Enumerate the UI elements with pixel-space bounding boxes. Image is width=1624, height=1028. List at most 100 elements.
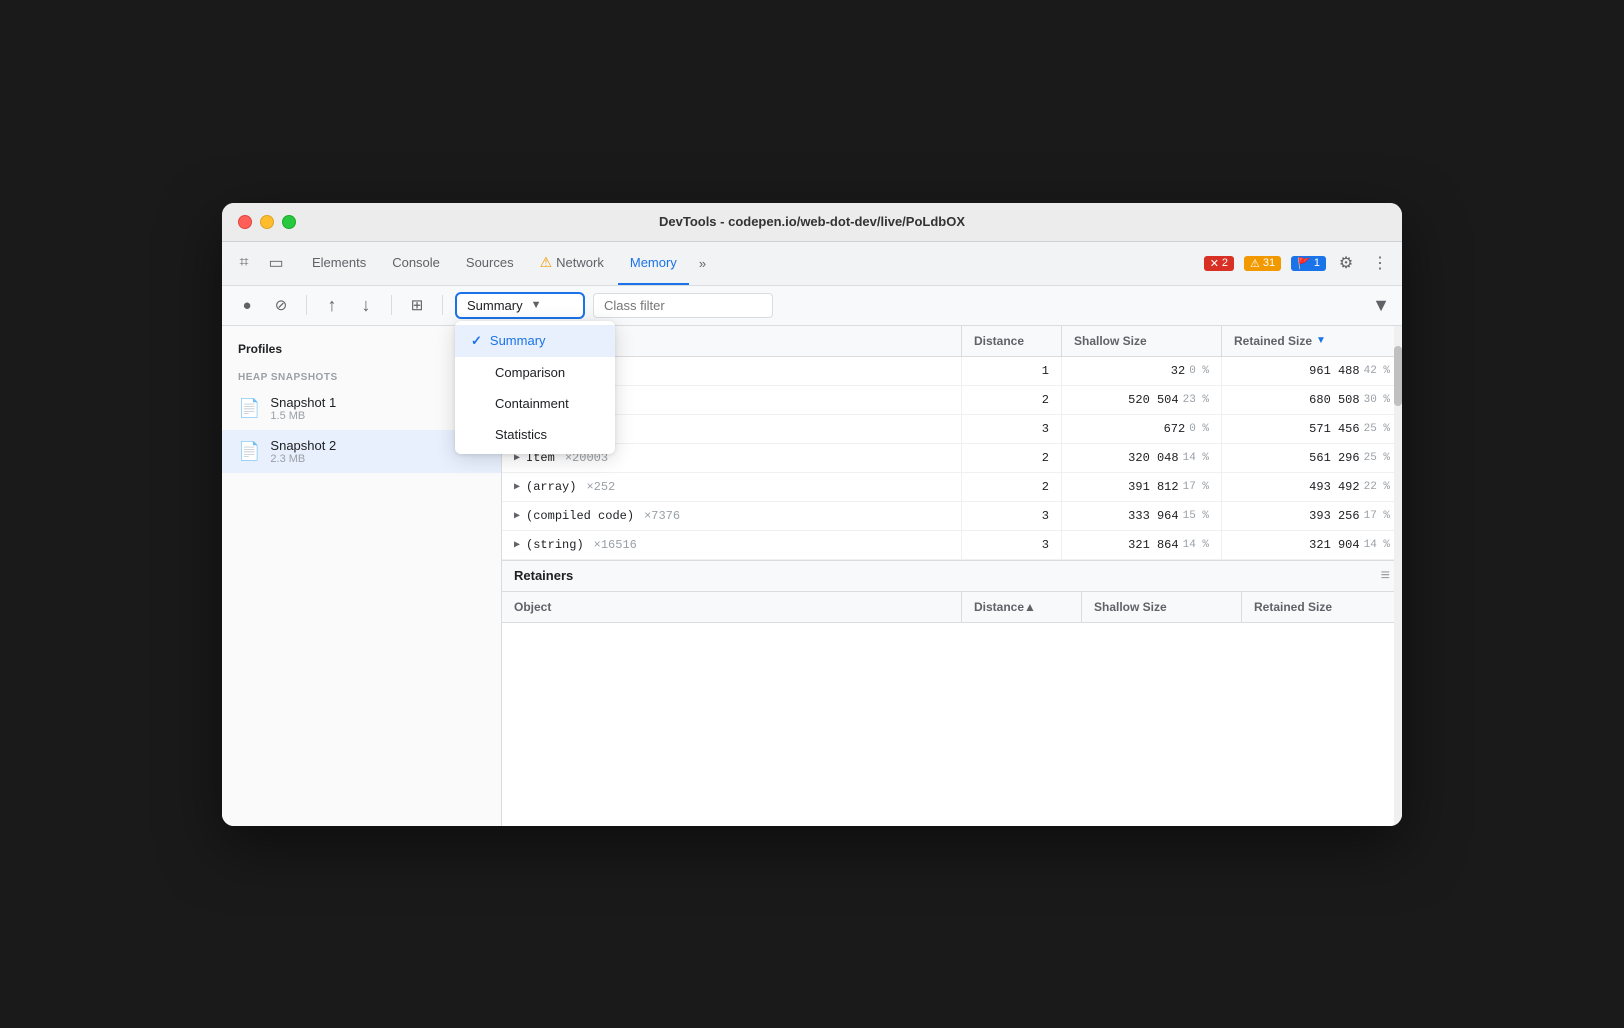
record-icon: ●	[242, 297, 251, 314]
snapshot-name-1: Snapshot 1	[270, 395, 485, 410]
clear-button[interactable]: ⊘	[268, 292, 294, 318]
td-retained-3: 561 296 25 %	[1222, 444, 1402, 472]
row-0-distance: 1	[1042, 364, 1049, 378]
td-distance-1: 2	[962, 386, 1062, 414]
th-shallow[interactable]: Shallow Size	[1062, 326, 1222, 356]
tab-console[interactable]: Console	[380, 241, 452, 285]
filter-button[interactable]: ⊞	[404, 292, 430, 318]
tab-elements[interactable]: Elements	[300, 241, 378, 285]
th-retained[interactable]: Retained Size ▼	[1222, 326, 1402, 356]
table-row: ▶ Array ×42 3 672 0 % 571 456 25 %	[502, 415, 1402, 444]
row-3-retained: 561 296	[1309, 451, 1359, 465]
more-menu-icon[interactable]: ⋮	[1366, 249, 1394, 277]
td-shallow-3: 320 048 14 %	[1062, 444, 1222, 472]
td-distance-2: 3	[962, 415, 1062, 443]
td-shallow-4: 391 812 17 %	[1062, 473, 1222, 501]
rth-retained[interactable]: Retained Size	[1242, 592, 1402, 622]
column-sort-icon[interactable]: ▼	[1372, 295, 1390, 316]
error-count: 2	[1222, 257, 1228, 269]
rth-shallow[interactable]: Shallow Size	[1082, 592, 1242, 622]
snapshot-icon-1: 📄	[238, 398, 260, 419]
td-retained-5: 393 256 17 %	[1222, 502, 1402, 530]
devtools-body: ⌗ ▭ Elements Console Sources ⚠ Network M…	[222, 242, 1402, 826]
expand-icon-4[interactable]: ▶	[514, 481, 520, 493]
filter-icon: ⊞	[411, 296, 424, 314]
download-icon: ↓	[362, 295, 371, 316]
tab-sources[interactable]: Sources	[454, 241, 526, 285]
row-0-shallow-pct: 0 %	[1189, 365, 1209, 377]
rth-object[interactable]: Object	[502, 592, 962, 622]
row-0-shallow: 32	[1171, 364, 1185, 378]
device-icon[interactable]: ▭	[262, 249, 290, 277]
summary-dropdown-container: Summary ▼ ✓ Summary Comparison Con	[455, 292, 585, 319]
row-0-retained-pct: 42 %	[1364, 365, 1390, 377]
th-distance[interactable]: Distance	[962, 326, 1062, 356]
class-filter-input[interactable]	[593, 293, 773, 318]
toolbar-divider-3	[442, 295, 443, 315]
record-button[interactable]: ●	[234, 292, 260, 318]
tab-network-label: Network	[556, 255, 604, 270]
toolbar: ● ⊘ ↑ ↓ ⊞ Summary ▼	[222, 286, 1402, 326]
row-6-shallow: 321 864	[1128, 538, 1178, 552]
dropdown-item-summary[interactable]: ✓ Summary	[455, 325, 615, 357]
td-name-4: ▶ (array) ×252	[502, 473, 962, 501]
toolbar-right: ▼	[1372, 295, 1390, 316]
retainers-menu-icon[interactable]: ≡	[1381, 567, 1390, 585]
window-title: DevTools - codepen.io/web-dot-dev/live/P…	[659, 214, 965, 229]
snapshot-icon-2: 📄	[238, 441, 260, 462]
th-distance-label: Distance	[974, 334, 1024, 348]
snapshot-size-2: 2.3 MB	[270, 453, 485, 465]
close-button[interactable]	[238, 215, 252, 229]
summary-select-label: Summary	[467, 298, 523, 313]
row-6-count: ×16516	[594, 538, 637, 552]
snapshot-size-1: 1.5 MB	[270, 410, 485, 422]
tab-network[interactable]: ⚠ Network	[528, 241, 616, 285]
row-1-retained-pct: 30 %	[1364, 394, 1390, 406]
td-retained-4: 493 492 22 %	[1222, 473, 1402, 501]
snapshot-info-1: Snapshot 1 1.5 MB	[270, 395, 485, 422]
td-retained-1: 680 508 30 %	[1222, 386, 1402, 414]
table-header: Constructor Distance Shallow Size Retain…	[502, 326, 1402, 357]
minimize-button[interactable]	[260, 215, 274, 229]
retainers-section: Retainers ≡ Object Distance▲ Shallow Siz…	[502, 560, 1402, 703]
rth-shallow-label: Shallow Size	[1094, 600, 1167, 614]
main-content: Profiles HEAP SNAPSHOTS 📄 Snapshot 1 1.5…	[222, 326, 1402, 826]
tab-console-label: Console	[392, 255, 440, 270]
rth-distance[interactable]: Distance▲	[962, 592, 1082, 622]
row-6-distance: 3	[1042, 538, 1049, 552]
scrollbar-thumb[interactable]	[1394, 346, 1402, 406]
dropdown-item-comparison[interactable]: Comparison	[455, 357, 615, 388]
upload-icon: ↑	[328, 295, 337, 316]
td-retained-6: 321 904 14 %	[1222, 531, 1402, 559]
table-row: ▶ (array) ×252 2 391 812 17 % 493 492 22…	[502, 473, 1402, 502]
dropdown-item-containment[interactable]: Containment	[455, 388, 615, 419]
warn-icon: ⚠	[1250, 257, 1260, 270]
maximize-button[interactable]	[282, 215, 296, 229]
table-row: ▶ (compiled code) ×7376 3 333 964 15 % 3…	[502, 502, 1402, 531]
tab-memory[interactable]: Memory	[618, 241, 689, 285]
retainers-body	[502, 623, 1402, 703]
row-4-retained: 493 492	[1309, 480, 1359, 494]
tab-more-button[interactable]: »	[691, 256, 714, 271]
row-3-shallow: 320 048	[1128, 451, 1178, 465]
td-shallow-0: 32 0 %	[1062, 357, 1222, 385]
retainers-header: Retainers ≡	[502, 561, 1402, 592]
row-1-retained: 680 508	[1309, 393, 1359, 407]
scrollbar[interactable]	[1394, 326, 1402, 826]
td-retained-0: 961 488 42 %	[1222, 357, 1402, 385]
dropdown-item-statistics[interactable]: Statistics	[455, 419, 615, 450]
td-shallow-2: 672 0 %	[1062, 415, 1222, 443]
row-2-retained-pct: 25 %	[1364, 423, 1390, 435]
td-shallow-5: 333 964 15 %	[1062, 502, 1222, 530]
expand-icon-6[interactable]: ▶	[514, 539, 520, 551]
upload-button[interactable]: ↑	[319, 292, 345, 318]
expand-icon-5[interactable]: ▶	[514, 510, 520, 522]
summary-select-button[interactable]: Summary ▼	[455, 292, 585, 319]
row-4-retained-pct: 22 %	[1364, 481, 1390, 493]
tab-bar: ⌗ ▭ Elements Console Sources ⚠ Network M…	[222, 242, 1402, 286]
inspect-icon[interactable]: ⌗	[230, 249, 258, 277]
tab-bar-right: ✕ 2 ⚠ 31 🚩 1 ⚙ ⋮	[1200, 249, 1394, 277]
download-button[interactable]: ↓	[353, 292, 379, 318]
settings-icon[interactable]: ⚙	[1332, 249, 1360, 277]
check-icon: ✓	[471, 333, 482, 349]
